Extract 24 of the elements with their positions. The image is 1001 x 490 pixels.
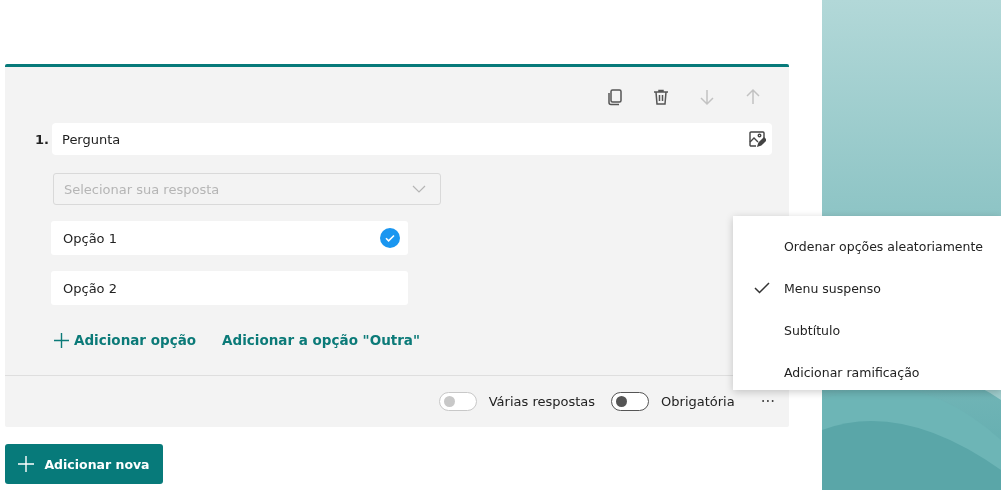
add-new-button[interactable]: Adicionar nova [5, 444, 163, 484]
toggle-label: Várias respostas [488, 394, 596, 409]
question-field[interactable]: Pergunta [52, 123, 772, 155]
option-field[interactable]: Opção 1 [51, 221, 408, 255]
toggle-switch[interactable] [611, 392, 650, 411]
plus-icon [54, 332, 69, 348]
add-option-link[interactable]: Adicionar opção [54, 329, 197, 351]
menu-item[interactable]: Subtítulo [733, 309, 1001, 351]
chevron-down-icon [412, 185, 426, 193]
menu-item[interactable]: Menu suspenso [733, 267, 1001, 309]
copy-icon [606, 88, 624, 106]
check-circle-icon[interactable] [380, 228, 400, 248]
question-number: 1. [35, 131, 50, 147]
menu-item[interactable]: Ordenar opções aleatoriamente [733, 225, 1001, 267]
toggle-label: Obrigatória [661, 394, 735, 409]
image-icon[interactable] [748, 130, 766, 148]
option-field[interactable]: Opção 2 [51, 271, 408, 305]
arrow-up-icon [744, 88, 762, 106]
plus-icon [18, 456, 35, 472]
add-other-option-link[interactable]: Adicionar a opção "Outra" [222, 329, 420, 351]
trash-icon [652, 88, 670, 106]
arrow-down-icon [698, 88, 716, 106]
menu-item[interactable]: Adicionar ramificação [733, 351, 1001, 393]
more-button[interactable]: ··· [760, 392, 775, 411]
